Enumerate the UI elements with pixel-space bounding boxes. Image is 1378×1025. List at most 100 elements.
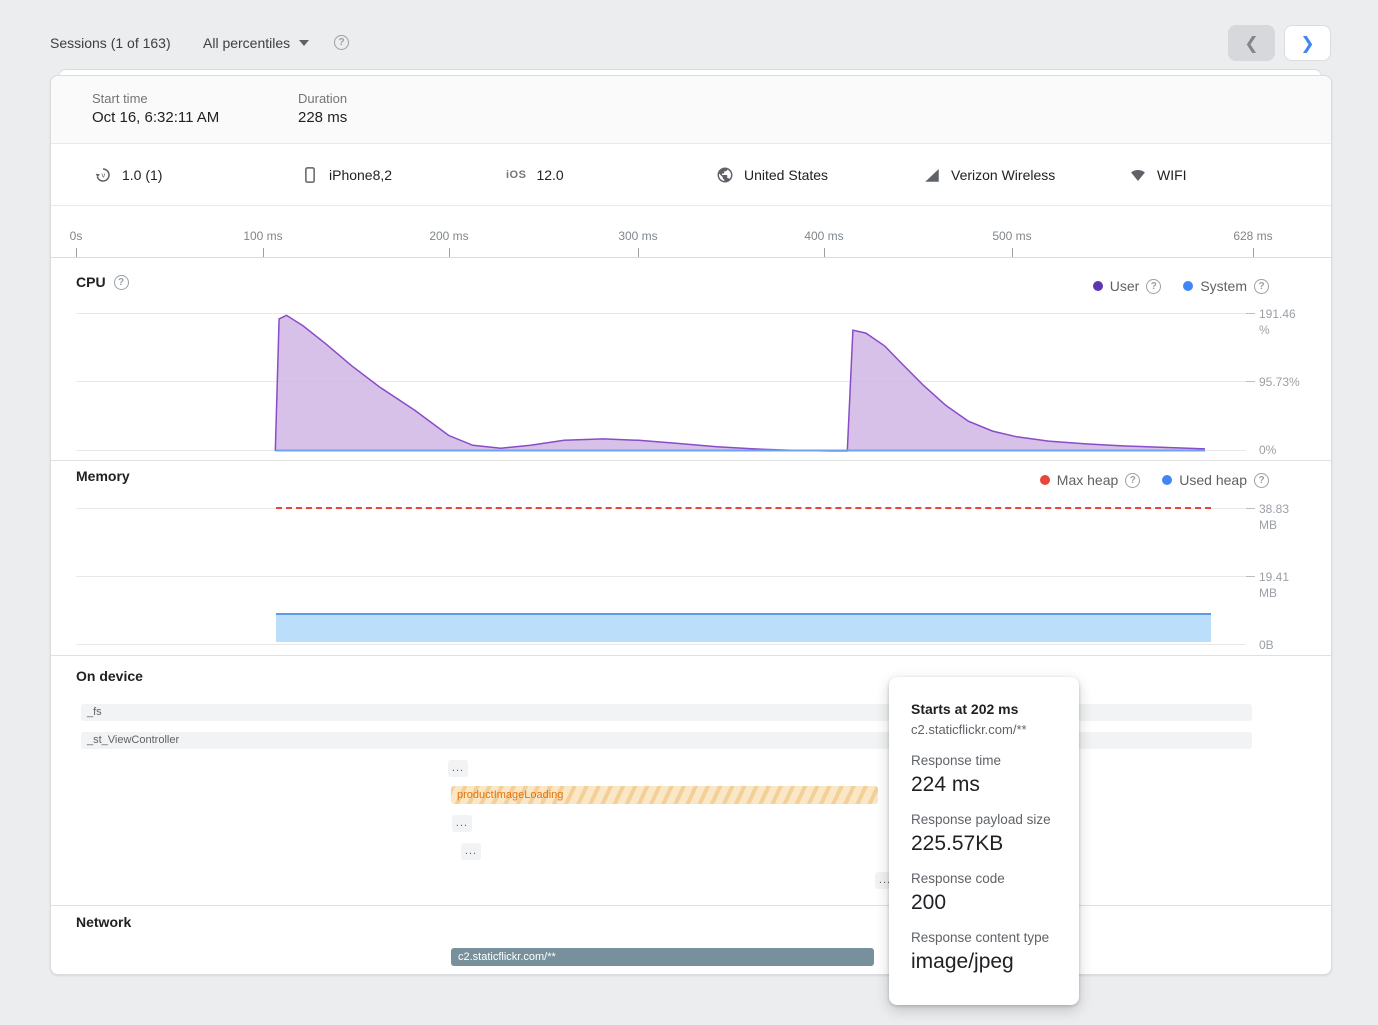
help-icon[interactable]: ? — [1254, 473, 1269, 488]
on-device-section — [51, 656, 1331, 906]
duration-label: Duration — [298, 91, 347, 106]
trace-bar-product-image-loading[interactable]: productImageLoading — [451, 786, 878, 804]
cpu-user-area — [275, 315, 1205, 451]
memory-title-text: Memory — [76, 468, 130, 484]
svg-text:v: v — [102, 171, 106, 180]
chevron-left-icon: ❮ — [1244, 35, 1258, 52]
user-legend-label: User — [1110, 278, 1140, 294]
cpu-ytick-zero: 0% — [1259, 442, 1307, 458]
memory-ytick-max: 38.83 MB — [1259, 501, 1307, 533]
os-version-value: 12.0 — [536, 167, 563, 183]
tooltip-start-time: Starts at 202 ms — [911, 701, 1057, 717]
ruler-tick-label: 200 ms — [429, 229, 468, 243]
tooltip-field-value: 224 ms — [911, 773, 1057, 797]
network-request-bar[interactable]: c2.staticflickr.com/** — [451, 948, 874, 966]
user-legend-dot — [1093, 281, 1103, 291]
carrier-item: Verizon Wireless — [923, 144, 1055, 206]
memory-ytick-mid: 19.41 MB — [1259, 569, 1307, 601]
ruler-tick-label: 400 ms — [804, 229, 843, 243]
tooltip-url: c2.staticflickr.com/** — [911, 722, 1057, 737]
memory-legend: Max heap ? Used heap ? — [1040, 472, 1269, 488]
collapsed-trace-pill[interactable]: ... — [448, 760, 468, 777]
cpu-ytick-mid: 95.73% — [1259, 374, 1307, 390]
session-detail-card: Start time Oct 16, 6:32:11 AM Duration 2… — [50, 75, 1332, 975]
help-icon[interactable]: ? — [114, 275, 129, 290]
system-legend-label: System — [1200, 278, 1247, 294]
tooltip-field-value: 200 — [911, 891, 1057, 915]
phone-icon — [301, 166, 319, 184]
country-value: United States — [744, 167, 828, 183]
cpu-legend: User ? System ? — [1093, 278, 1269, 294]
on-device-title-text: On device — [76, 668, 143, 684]
memory-used-heap-band[interactable] — [276, 613, 1211, 642]
memory-max-heap-line[interactable] — [276, 507, 1211, 509]
max-heap-legend-label: Max heap — [1057, 472, 1118, 488]
carrier-value: Verizon Wireless — [951, 167, 1055, 183]
ruler-tick-mark — [449, 248, 450, 257]
timeline-ruler[interactable]: 0s 100 ms 200 ms 300 ms 400 ms 500 ms 62… — [51, 206, 1331, 258]
ruler-tick-mark — [263, 248, 264, 257]
tooltip-field-value: 225.57KB — [911, 832, 1057, 856]
collapsed-trace-pill[interactable]: ... — [452, 815, 472, 832]
sessions-count-label: Sessions (1 of 163) — [50, 35, 171, 51]
ruler-tick-mark — [1012, 248, 1013, 257]
radio-item: WIFI — [1129, 144, 1187, 206]
cpu-chart-svg — [76, 313, 1246, 452]
country-item: United States — [716, 144, 828, 206]
cpu-ytick-max: 191.46 % — [1259, 306, 1307, 338]
on-device-section-title: On device — [76, 668, 143, 684]
help-icon[interactable]: ? — [334, 35, 349, 50]
ruler-tick-mark — [76, 248, 77, 257]
ruler-tick-label: 100 ms — [243, 229, 282, 243]
help-icon[interactable]: ? — [1254, 279, 1269, 294]
ruler-tick-mark — [824, 248, 825, 257]
previous-session-button[interactable]: ❮ — [1228, 25, 1275, 61]
cpu-chart[interactable] — [76, 313, 1246, 452]
memory-axis-dash — [1246, 508, 1255, 509]
chevron-down-icon — [299, 40, 309, 46]
next-session-button[interactable]: ❯ — [1284, 25, 1331, 61]
help-icon[interactable]: ? — [1125, 473, 1140, 488]
ruler-tick-label: 0s — [70, 229, 83, 243]
start-time-label: Start time — [92, 91, 148, 106]
system-legend-dot — [1183, 281, 1193, 291]
page-header: Sessions (1 of 163) All percentiles ? ❮ … — [0, 0, 1378, 66]
globe-icon — [716, 166, 734, 184]
ruler-tick-label: 500 ms — [992, 229, 1031, 243]
used-heap-legend-label: Used heap — [1179, 472, 1247, 488]
max-heap-legend-dot — [1040, 475, 1050, 485]
tooltip-field-label: Response time — [911, 753, 1057, 768]
help-icon[interactable]: ? — [1146, 279, 1161, 294]
percentile-dropdown[interactable]: All percentiles — [203, 30, 309, 56]
duration-value: 228 ms — [298, 109, 347, 126]
app-version-icon: v — [94, 166, 112, 184]
ruler-tick-label: 628 ms — [1233, 229, 1272, 243]
tooltip-field-value: image/jpeg — [911, 950, 1057, 974]
memory-ytick-zero: 0B — [1259, 637, 1307, 653]
cpu-section-title: CPU ? — [76, 274, 129, 290]
ruler-tick-mark — [638, 248, 639, 257]
cpu-axis-dash — [1246, 313, 1255, 314]
network-request-tooltip: Starts at 202 ms c2.staticflickr.com/** … — [889, 677, 1079, 1005]
wifi-icon — [1129, 166, 1147, 184]
tooltip-field-label: Response content type — [911, 930, 1057, 945]
used-heap-legend-dot — [1162, 475, 1172, 485]
percentile-dropdown-value: All percentiles — [203, 35, 290, 51]
cpu-axis-dash — [1246, 381, 1255, 382]
start-time-value: Oct 16, 6:32:11 AM — [92, 109, 219, 126]
collapsed-trace-pill[interactable]: ... — [461, 843, 481, 860]
memory-section-title: Memory — [76, 468, 130, 484]
ios-logo-icon: iOS — [506, 169, 526, 181]
tooltip-field-label: Response payload size — [911, 812, 1057, 827]
chevron-right-icon: ❯ — [1300, 35, 1314, 52]
device-attributes-row: v 1.0 (1) iPhone8,2 iOS 12.0 United Stat… — [51, 144, 1331, 206]
device-model-value: iPhone8,2 — [329, 167, 392, 183]
ruler-tick-label: 300 ms — [618, 229, 657, 243]
cpu-title-text: CPU — [76, 274, 106, 290]
radio-value: WIFI — [1157, 167, 1187, 183]
session-info-strip: Start time Oct 16, 6:32:11 AM Duration 2… — [51, 76, 1331, 144]
tooltip-field-label: Response code — [911, 871, 1057, 886]
cell-signal-icon — [923, 166, 941, 184]
memory-gridline — [76, 644, 1246, 645]
ruler-tick-mark — [1253, 248, 1254, 257]
